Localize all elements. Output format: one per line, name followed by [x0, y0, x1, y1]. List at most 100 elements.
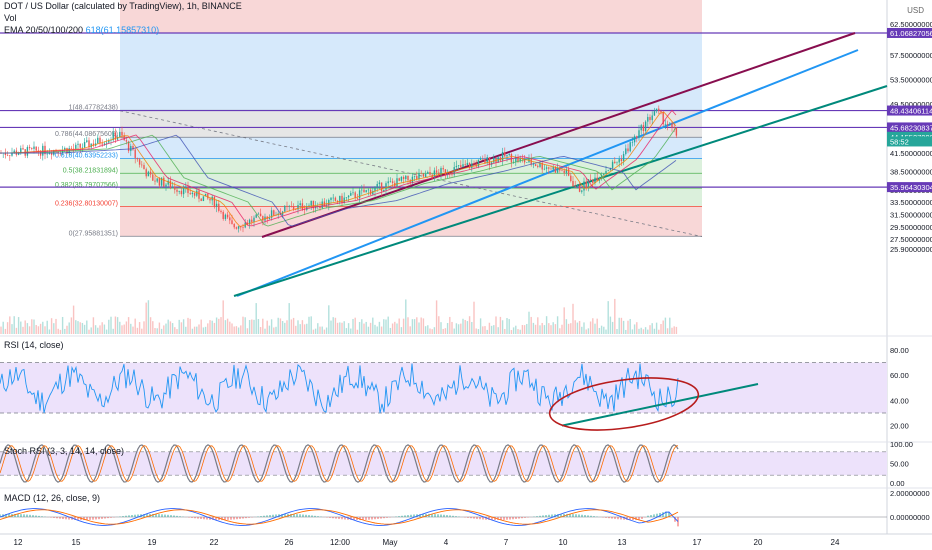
candle-body [585, 181, 587, 188]
volume-bar [581, 326, 583, 334]
chart-canvas[interactable]: 1(48.47782438)0.786(44.08675605)0.618(40… [0, 0, 932, 550]
candle-body [143, 165, 145, 170]
volume-bar [607, 301, 609, 334]
macd-histogram-bar [38, 515, 40, 517]
volume-bar [658, 329, 660, 334]
candle-body [638, 130, 640, 139]
macd-histogram-bar [233, 517, 235, 520]
volume-bar [321, 326, 323, 334]
macd-histogram-bar [677, 517, 679, 527]
macd-histogram-bar [194, 517, 196, 519]
macd-histogram-bar [371, 517, 373, 520]
macd-histogram-bar [368, 517, 370, 520]
volume-bar [134, 318, 136, 334]
volume-bar [4, 328, 7, 334]
price-tick-label: 27.50000000 [890, 235, 932, 244]
macd-histogram-bar [620, 517, 622, 520]
volume-bar [61, 316, 64, 334]
volume-bar [44, 326, 46, 334]
volume-bar [600, 325, 603, 334]
candle-body [121, 131, 123, 136]
stoch-tick-label: 0.00 [890, 479, 905, 488]
candle-body [323, 201, 326, 206]
volume-bar [248, 320, 251, 334]
candle-body [242, 227, 244, 228]
candle-body [237, 226, 240, 229]
volume-bar [48, 329, 51, 334]
volume-bar [427, 325, 429, 334]
volume-bar [528, 311, 530, 334]
candle-body [482, 158, 484, 160]
macd-histogram-bar [605, 517, 607, 518]
fib-zone-618-786 [120, 137, 702, 159]
candle-body [35, 146, 37, 151]
candle-body [484, 159, 486, 164]
volume-bar [435, 300, 438, 334]
rsi-tick-label: 60.00 [890, 371, 909, 380]
candle-body [389, 181, 392, 182]
candle-body [625, 148, 627, 155]
fib-level-label: 0.618(40.63952233) [55, 152, 118, 159]
candle-body [407, 175, 409, 181]
candle-body [310, 200, 312, 206]
candle-body [592, 179, 594, 183]
volume-bar [541, 322, 543, 334]
volume-bar [39, 323, 42, 334]
candle-body [180, 190, 183, 195]
volume-bar [537, 317, 539, 334]
volume-bar [614, 298, 616, 334]
volume-bar [365, 321, 367, 334]
candle-body [398, 178, 400, 181]
volume-bar [488, 322, 491, 334]
volume-bar [125, 321, 128, 334]
candle-body [251, 219, 253, 222]
macd-histogram-bar [110, 517, 112, 518]
macd-histogram-bar [29, 514, 31, 517]
volume-bar [202, 327, 205, 334]
rsi-tick-label: 20.00 [890, 422, 909, 431]
volume-bar [121, 325, 123, 334]
volume-bar [532, 322, 535, 334]
price-tick-label: 38.50000000 [890, 168, 932, 177]
macd-histogram-bar [176, 515, 178, 517]
macd-histogram-bar [41, 516, 43, 517]
macd-tick-label: 2.00000000 [890, 489, 930, 498]
volume-bar [420, 317, 422, 334]
candle-body [583, 181, 585, 191]
price-badge-label: 48.43406114 [890, 107, 932, 116]
candle-body [134, 149, 136, 158]
volume-bar [486, 329, 488, 334]
volume-bar [398, 318, 400, 334]
candle-body [457, 165, 460, 166]
volume-bar [273, 327, 275, 334]
macd-histogram-bar [236, 517, 238, 520]
volume-bar [251, 319, 253, 334]
candle-body [620, 159, 623, 162]
macd-histogram-bar [476, 517, 478, 519]
macd-histogram-bar [92, 517, 94, 520]
macd-histogram-bar [101, 517, 103, 519]
candle-body [550, 168, 552, 170]
volume-bar [33, 319, 35, 334]
candle-body [627, 148, 629, 152]
macd-histogram-bar [62, 517, 64, 520]
fib-level-label: 0.382(35.79707566) [55, 182, 118, 189]
volume-bar [506, 318, 508, 334]
candle-body [424, 173, 427, 177]
volume-bar [174, 327, 176, 334]
volume-bar [471, 321, 473, 334]
candle-body [218, 203, 220, 211]
volume-bar [508, 319, 510, 334]
volume-bar [189, 318, 191, 334]
price-unit: USD [907, 6, 924, 15]
candle-body [207, 193, 209, 199]
volume-bar [103, 324, 106, 334]
candle-body [209, 198, 211, 201]
macd-histogram-bar [647, 515, 649, 517]
candle-body [198, 190, 200, 199]
candle-body [138, 159, 141, 165]
volume-bar [519, 329, 521, 334]
candle-body [33, 146, 35, 149]
volume-bar [123, 324, 125, 334]
volume-bar [394, 321, 396, 334]
